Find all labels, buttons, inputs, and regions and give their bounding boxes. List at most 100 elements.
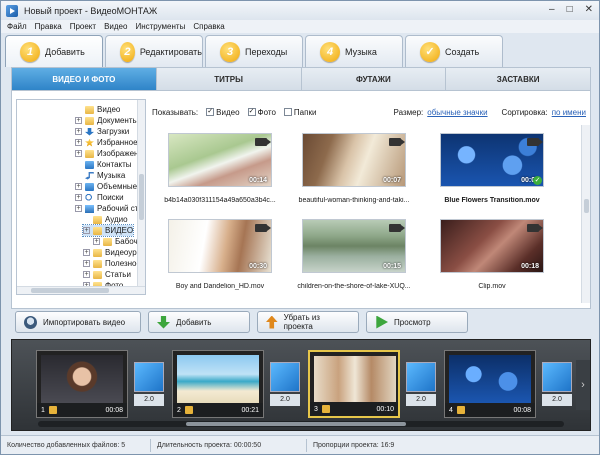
- sort-dropdown-link[interactable]: по имени: [552, 108, 586, 117]
- tree-item[interactable]: +Видео: [75, 104, 120, 115]
- timeline-clip-selected[interactable]: 3 00:10: [308, 350, 400, 418]
- close-icon[interactable]: ✕: [585, 4, 593, 15]
- tree-item[interactable]: + Документы: [75, 115, 138, 126]
- grid-vertical-scrollbar[interactable]: [581, 125, 590, 303]
- expand-toggle-icon[interactable]: +: [83, 271, 90, 278]
- timeline-clip[interactable]: 4 00:08: [444, 350, 536, 418]
- video-filter-checkbox[interactable]: ✓ Видео: [206, 107, 240, 117]
- expand-toggle-icon[interactable]: +: [75, 194, 82, 201]
- transition-icon: [406, 362, 436, 392]
- maximize-icon[interactable]: □: [567, 4, 573, 15]
- pencil-icon[interactable]: [321, 405, 330, 413]
- content-tabs: ВИДЕО И ФОТО ТИТРЫ ФУТАЖИ ЗАСТАВКИ: [11, 67, 591, 91]
- media-item[interactable]: 00:18 Clip.mov: [428, 219, 556, 299]
- step-create[interactable]: ✓ Создать: [405, 35, 503, 67]
- media-item[interactable]: 00:08 ✓ Blue Flowers Transition.mov: [428, 133, 556, 213]
- step-transitions[interactable]: 3 Переходы: [205, 35, 303, 67]
- menu-video[interactable]: Видео: [104, 22, 127, 31]
- pc-icon: [85, 204, 94, 213]
- expand-toggle-icon[interactable]: +: [75, 128, 82, 135]
- pencil-icon[interactable]: [48, 406, 57, 414]
- file-name: b4b14a030f311154a49a650a3b4c...: [164, 197, 276, 204]
- video-thumbnail: 00:30: [168, 219, 272, 273]
- pencil-icon[interactable]: [456, 406, 465, 414]
- clip-thumbnail: [177, 355, 259, 403]
- transition-slot[interactable]: 2.0: [542, 362, 572, 406]
- tree-item[interactable]: + ВИДЕО: [81, 224, 135, 237]
- folders-filter-checkbox[interactable]: Папки: [283, 108, 316, 117]
- tree-item[interactable]: +Аудио: [83, 214, 128, 225]
- media-item[interactable]: 00:15 children-on-the-shore-of-lake-XUQ.…: [290, 219, 418, 299]
- folder-tree: +Видео+Документы+Загрузки+Избранное+Изоб…: [16, 99, 146, 295]
- tree-item[interactable]: +Контакты: [75, 159, 132, 170]
- size-dropdown-link[interactable]: обычные значки: [427, 108, 487, 117]
- step-edit[interactable]: 2 Редактировать: [105, 35, 203, 67]
- folder-icon: [103, 237, 112, 246]
- tree-item[interactable]: + Поиски: [75, 192, 124, 203]
- tree-item[interactable]: + Полезное: [83, 258, 141, 269]
- tree-item[interactable]: + Статьи: [83, 269, 131, 280]
- menu-tools[interactable]: Инструменты: [135, 22, 185, 31]
- tab-titles[interactable]: ТИТРЫ: [157, 68, 302, 90]
- scrollbar-thumb[interactable]: [139, 174, 144, 220]
- expand-toggle-icon[interactable]: +: [75, 183, 82, 190]
- transition-slot[interactable]: 2.0: [270, 362, 300, 406]
- chevron-right-icon[interactable]: ›: [576, 360, 590, 410]
- tree-item-label: Контакты: [97, 160, 132, 169]
- step-add[interactable]: 1 Добавить: [5, 35, 103, 67]
- file-name: Clip.mov: [478, 283, 506, 290]
- menu-edit[interactable]: Правка: [35, 22, 62, 31]
- tree-item[interactable]: + Изображения: [75, 148, 145, 159]
- scrollbar-thumb[interactable]: [31, 288, 109, 293]
- expand-toggle-icon[interactable]: +: [83, 249, 90, 256]
- status-bar: Количество добавленных файлов: 5 Длитель…: [1, 435, 599, 454]
- remove-from-project-button[interactable]: Убрать из проекта: [257, 311, 359, 333]
- timeline-scrollbar[interactable]: [38, 421, 564, 427]
- transition-icon: [270, 362, 300, 392]
- menu-project[interactable]: Проект: [70, 22, 96, 31]
- file-name: Blue Flowers Transition.mov: [444, 197, 540, 204]
- video-filter-label: Видео: [216, 107, 240, 117]
- tree-vertical-scrollbar[interactable]: [137, 100, 145, 286]
- files-added-count: Количество добавленных файлов: 5: [1, 438, 151, 452]
- preview-button[interactable]: Просмотр: [366, 311, 468, 333]
- tree-horizontal-scrollbar[interactable]: [17, 286, 145, 294]
- photo-filter-checkbox[interactable]: ✓ Фото: [247, 108, 276, 117]
- tree-item[interactable]: + Загрузки: [75, 126, 129, 137]
- menu-file[interactable]: Файл: [7, 22, 27, 31]
- import-video-button[interactable]: Импортировать видео: [15, 311, 141, 333]
- tree-item-label: Полезное: [105, 259, 141, 268]
- expand-toggle-icon[interactable]: +: [75, 150, 82, 157]
- tab-intros[interactable]: ЗАСТАВКИ: [446, 68, 590, 90]
- media-item[interactable]: 00:30 Boy and Dandelion_HD.mov: [156, 219, 284, 299]
- pencil-icon[interactable]: [184, 406, 193, 414]
- clip-info: 2 00:21: [173, 403, 263, 417]
- expand-toggle-icon[interactable]: +: [83, 260, 90, 267]
- tab-footage[interactable]: ФУТАЖИ: [302, 68, 447, 90]
- menu-help[interactable]: Справка: [193, 22, 224, 31]
- tree-item[interactable]: +Музыка: [75, 170, 125, 181]
- transition-slot[interactable]: 2.0: [134, 362, 164, 406]
- transition-slot[interactable]: 2.0: [406, 362, 436, 406]
- scrollbar-thumb[interactable]: [584, 199, 589, 213]
- tree-item[interactable]: + Объемные: [75, 181, 137, 192]
- media-item[interactable]: 00:14 b4b14a030f311154a49a650a3b4c...: [156, 133, 284, 213]
- expand-toggle-icon[interactable]: +: [93, 238, 100, 245]
- clip-duration: 00:21: [241, 406, 259, 414]
- media-item[interactable]: 00:07 beautiful-woman-thinking-and-taki.…: [290, 133, 418, 213]
- menu-bar: Файл Правка Проект Видео Инструменты Спр…: [1, 20, 599, 33]
- tree-item[interactable]: + Избранное: [75, 137, 138, 148]
- minimize-icon[interactable]: –: [549, 4, 555, 15]
- tab-video-photo[interactable]: ВИДЕО И ФОТО: [12, 68, 157, 90]
- expand-toggle-icon[interactable]: +: [83, 227, 90, 234]
- clip-thumbnail: [314, 356, 396, 404]
- add-button[interactable]: Добавить: [148, 311, 250, 333]
- tree-item[interactable]: + Рабочий стол: [75, 203, 145, 214]
- expand-toggle-icon[interactable]: +: [75, 117, 82, 124]
- step-music[interactable]: 4 Музыка: [305, 35, 403, 67]
- timeline-clip[interactable]: 2 00:21: [172, 350, 264, 418]
- expand-toggle-icon[interactable]: +: [75, 205, 82, 212]
- expand-toggle-icon[interactable]: +: [75, 139, 82, 146]
- scrollbar-thumb[interactable]: [186, 422, 406, 426]
- timeline-clip[interactable]: 1 00:08: [36, 350, 128, 418]
